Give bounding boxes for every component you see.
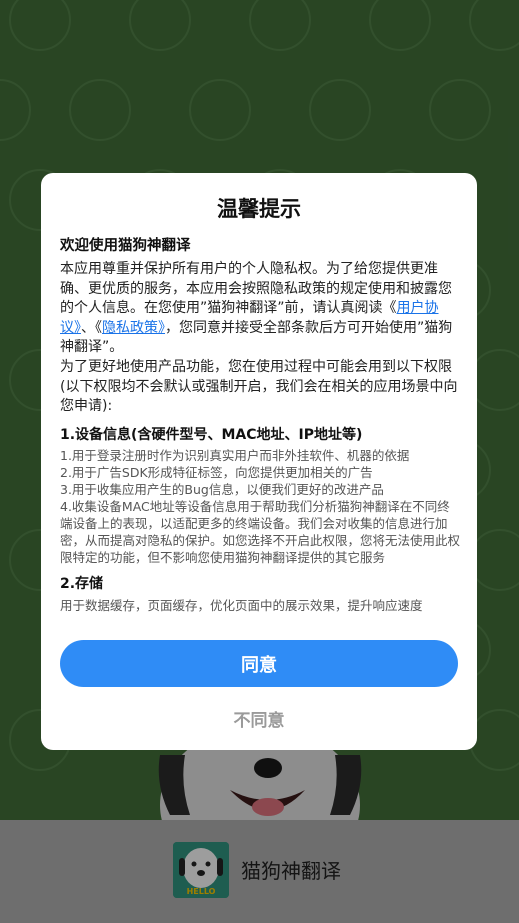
intro-text-1: 本应用尊重并保护所有用户的个人隐私权。为了给您提供更准确、更优质的服务，本应用会… [60, 261, 452, 317]
dialog-title: 温馨提示 [217, 197, 301, 221]
list-item: 1.用于登录注册时作为识别真实用户而非外挂软件、机器的依据 [60, 448, 410, 464]
link-separator: 、《 [81, 319, 102, 336]
disagree-button[interactable]: 不同意 [41, 703, 477, 733]
list-item: 2.用于广告SDK形成特征标签，向您提供更加相关的广告 [60, 465, 373, 481]
list-item: 用于数据缓存，页面缓存，优化页面中的展示效果，提升响应速度 [60, 597, 423, 613]
agree-button[interactable]: 同意 [60, 640, 458, 687]
list-item: 3.用于收集应用产生的Bug信息，以便我们更好的改进产品 [60, 482, 384, 498]
policy-scroll-area[interactable]: 本应用尊重并保护所有用户的个人隐私权。为了给您提供更准确、更优质的服务，本应用会… [60, 260, 460, 630]
list-item: 4.收集设备MAC地址等设备信息用于帮助我们分析猫狗神翻译在不同终端设备上的表现… [60, 499, 460, 566]
permissions-paragraph: 为了更好地使用产品功能，您在使用过程中可能会用到以下权限(以下权限均不会默认或强… [60, 358, 458, 415]
privacy-policy-link[interactable]: 隐私政策》 [102, 320, 165, 336]
privacy-dialog: 温馨提示 欢迎使用猫狗神翻译 本应用尊重并保护所有用户的个人隐私权。为了给您提供… [41, 173, 477, 750]
section-title-storage: 2.存储 [60, 576, 104, 593]
section-title-device: 1.设备信息(含硬件型号、MAC地址、IP地址等) [60, 426, 363, 443]
welcome-heading: 欢迎使用猫狗神翻译 [60, 238, 191, 254]
intro-paragraph: 本应用尊重并保护所有用户的个人隐私权。为了给您提供更准确、更优质的服务，本应用会… [60, 260, 460, 358]
